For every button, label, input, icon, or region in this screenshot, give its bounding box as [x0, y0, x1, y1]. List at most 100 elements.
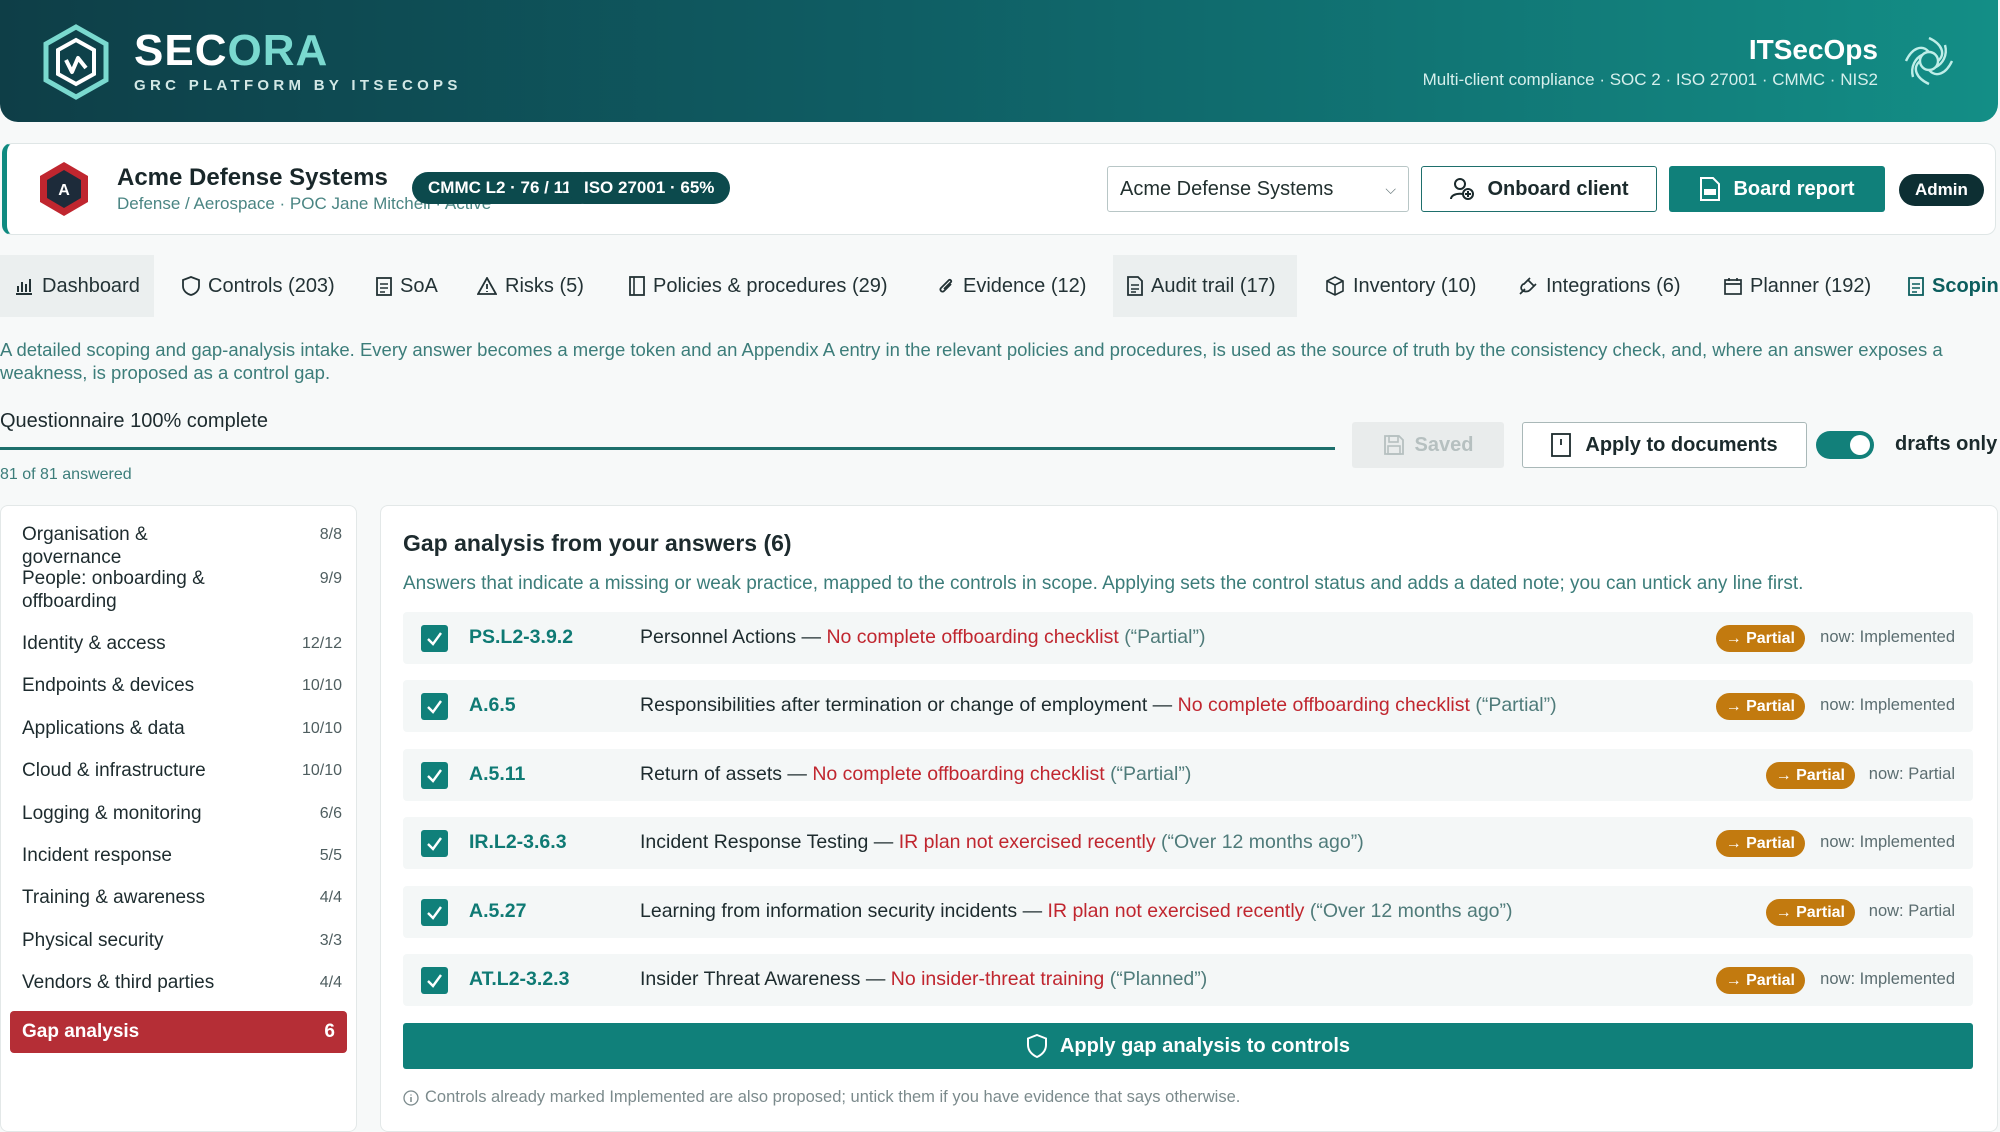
current-status: now: Implemented: [1820, 833, 1955, 851]
chevron-down-icon: ⌵: [1385, 181, 1396, 197]
section-item[interactable]: Incident response 5/5: [22, 844, 342, 867]
client-bar: A Acme Defense Systems Defense / Aerospa…: [2, 143, 1996, 235]
control-id[interactable]: A.6.5: [469, 694, 516, 717]
tab-risks[interactable]: Risks (5): [463, 255, 584, 317]
board-report-label: Board report: [1733, 177, 1855, 200]
client-avatar: A: [40, 162, 88, 216]
onboard-client-label: Onboard client: [1487, 177, 1629, 200]
document-icon: [1127, 276, 1143, 296]
box-icon: [1326, 276, 1344, 296]
shield-icon: [1026, 1034, 1047, 1058]
proposed-status-badge: → Partial: [1715, 967, 1805, 994]
checkmark-icon: [427, 632, 442, 646]
shield-icon: [182, 276, 200, 296]
section-item[interactable]: Training & awareness 4/4: [22, 886, 342, 909]
checkmark-icon: [427, 837, 442, 851]
proposed-status-badge: → Partial: [1765, 762, 1855, 789]
control-id[interactable]: IR.L2-3.6.3: [469, 831, 567, 854]
svg-text:A: A: [58, 182, 70, 199]
control-description: Return of assets — No complete offboardi…: [640, 763, 1192, 785]
gap-row-checkbox[interactable]: [421, 762, 448, 789]
gap-analysis-description: Answers that indicate a missing or weak …: [403, 573, 1804, 594]
pdf-file-icon: [1700, 177, 1721, 201]
warning-icon: [477, 277, 497, 295]
gap-footnote: Controls already marked Implemented are …: [403, 1088, 1240, 1107]
section-item[interactable]: Cloud & infrastructure 10/10: [22, 759, 342, 782]
control-description: Insider Threat Awareness — No insider-th…: [640, 968, 1208, 990]
tab-evidence[interactable]: Evidence (12): [923, 255, 1086, 317]
checkmark-icon: [427, 974, 442, 988]
saved-button[interactable]: Saved: [1352, 422, 1504, 468]
client-select[interactable]: Acme Defense Systems ⌵: [1107, 166, 1409, 212]
section-item[interactable]: Applications & data 10/10: [22, 717, 342, 740]
current-status: now: Implemented: [1820, 696, 1955, 714]
book-icon: [1551, 433, 1572, 457]
tab-planner[interactable]: Planner (192): [1710, 255, 1871, 317]
gap-row-checkbox[interactable]: [421, 967, 448, 994]
plug-icon: [1519, 277, 1537, 295]
control-id[interactable]: A.5.27: [469, 900, 526, 923]
gap-row-checkbox[interactable]: [421, 625, 448, 652]
section-item[interactable]: Physical security 3/3: [22, 929, 342, 952]
chart-icon: [16, 279, 32, 295]
checkmark-icon: [427, 769, 442, 783]
control-description: Personnel Actions — No complete offboard…: [640, 626, 1206, 648]
client-select-value: Acme Defense Systems: [1120, 178, 1334, 200]
current-status: now: Partial: [1868, 765, 1955, 783]
tab-soa[interactable]: SoA: [362, 255, 438, 317]
apply-gap-analysis-button[interactable]: Apply gap analysis to controls: [403, 1023, 1973, 1069]
section-item-gap-analysis[interactable]: Gap analysis 6: [10, 1011, 347, 1053]
tab-scoping[interactable]: Scopin: [1894, 255, 1999, 317]
questionnaire-status: Questionnaire 100% complete: [0, 410, 268, 432]
org-name: ITSecOps: [1748, 34, 1878, 65]
section-item[interactable]: Logging & monitoring 6/6: [22, 802, 342, 825]
gap-row: A.5.27 Learning from information securit…: [403, 886, 1973, 938]
toggle-knob: [1850, 435, 1870, 455]
proposed-status-badge: → Partial: [1715, 693, 1805, 720]
section-item[interactable]: Endpoints & devices 10/10: [22, 674, 342, 697]
drafts-only-label: drafts only: [1895, 433, 1998, 455]
client-name: Acme Defense Systems: [117, 164, 388, 191]
tab-policies[interactable]: Policies & procedures (29): [615, 255, 888, 317]
questionnaire-progress-bar: [0, 447, 1335, 450]
onboard-client-button[interactable]: Onboard client: [1421, 166, 1657, 212]
gap-row-checkbox[interactable]: [421, 693, 448, 720]
control-id[interactable]: PS.L2-3.9.2: [469, 626, 573, 649]
gap-row: AT.L2-3.2.3 Insider Threat Awareness — N…: [403, 954, 1973, 1006]
control-id[interactable]: AT.L2-3.2.3: [469, 968, 569, 991]
gap-row-checkbox[interactable]: [421, 830, 448, 857]
control-id[interactable]: A.5.11: [469, 763, 525, 786]
clipboard-icon: [1908, 277, 1924, 296]
iso-badge: ISO 27001 · 65%: [568, 172, 731, 204]
board-report-button[interactable]: Board report: [1669, 166, 1885, 212]
tab-dashboard[interactable]: Dashboard: [0, 255, 154, 317]
gap-analysis-title: Gap analysis from your answers (6): [403, 530, 792, 556]
itsecops-logo-icon: [1904, 36, 1954, 86]
gap-row: A.6.5 Responsibilities after termination…: [403, 680, 1973, 732]
info-icon: [403, 1089, 419, 1106]
drafts-only-toggle[interactable]: [1816, 431, 1874, 459]
checkmark-icon: [427, 700, 442, 714]
questionnaire-answered-count: 81 of 81 answered: [0, 466, 132, 483]
gap-row: PS.L2-3.9.2 Personnel Actions — No compl…: [403, 612, 1973, 664]
current-status: now: Partial: [1868, 902, 1955, 920]
tab-audit-trail[interactable]: Audit trail (17): [1113, 255, 1297, 317]
gap-row: IR.L2-3.6.3 Incident Response Testing — …: [403, 817, 1973, 869]
section-item[interactable]: People: onboarding & offboarding 9/9: [22, 567, 342, 613]
section-item[interactable]: Vendors & third parties 4/4: [22, 971, 342, 994]
proposed-status-badge: → Partial: [1715, 625, 1805, 652]
role-badge: Admin: [1899, 174, 1984, 206]
scoping-intro: A detailed scoping and gap-analysis inta…: [0, 339, 1943, 383]
tab-integrations[interactable]: Integrations (6): [1504, 255, 1681, 317]
proposed-status-badge: → Partial: [1715, 830, 1805, 857]
gap-row-checkbox[interactable]: [421, 899, 448, 926]
tab-controls[interactable]: Controls (203): [168, 255, 335, 317]
section-item[interactable]: Organisation & governance 8/8: [22, 523, 342, 569]
calendar-icon: [1724, 278, 1742, 295]
section-item[interactable]: Identity & access 12/12: [22, 632, 342, 655]
apply-to-documents-button[interactable]: Apply to documents: [1522, 422, 1807, 468]
tab-inventory[interactable]: Inventory (10): [1311, 255, 1476, 317]
add-user-icon: [1450, 178, 1475, 200]
paperclip-icon: [939, 278, 953, 293]
org-subtitle: Multi-client compliance · SOC 2 · ISO 27…: [1422, 70, 1878, 89]
